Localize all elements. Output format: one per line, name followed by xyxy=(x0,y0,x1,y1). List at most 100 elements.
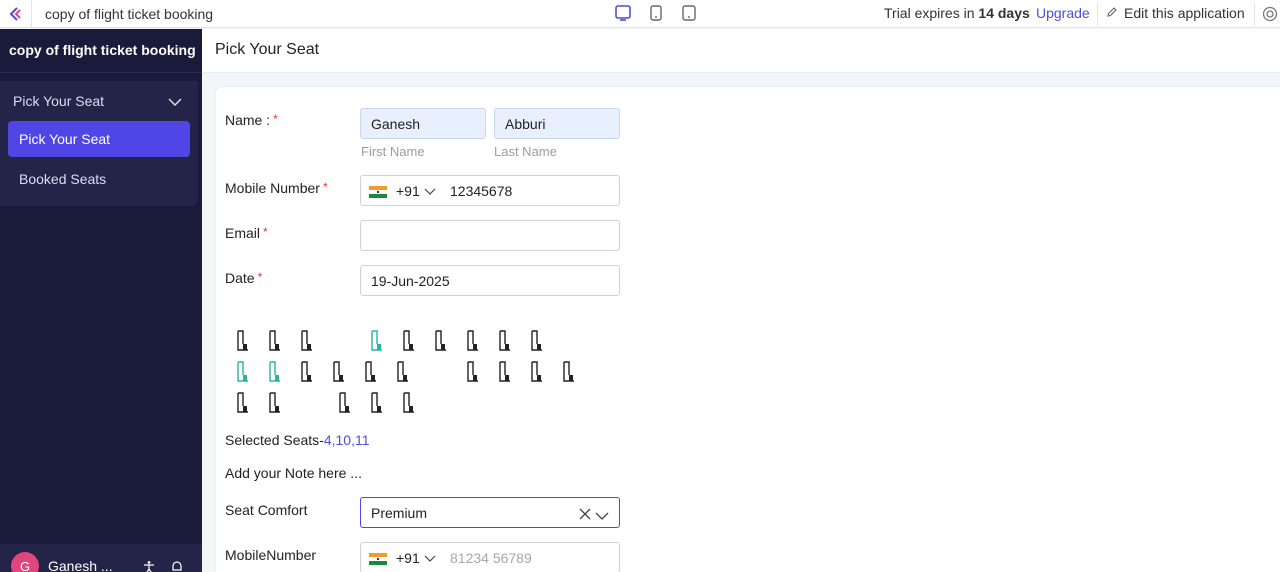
chevron-down-icon[interactable] xyxy=(595,507,609,523)
edit-app-label: Edit this application xyxy=(1124,5,1245,21)
seat-selected[interactable] xyxy=(369,330,383,352)
seat-selected[interactable] xyxy=(267,361,281,383)
nav-group-header[interactable]: Pick Your Seat xyxy=(0,81,198,121)
page-header: Pick Your Seat xyxy=(202,29,1280,73)
clear-icon[interactable] xyxy=(579,507,591,523)
chevron-down-icon xyxy=(424,183,436,199)
seat-available[interactable] xyxy=(299,330,313,352)
upgrade-link[interactable]: Upgrade xyxy=(1036,5,1090,21)
seat-available[interactable] xyxy=(529,361,543,383)
email-label: Email * xyxy=(225,225,268,241)
first-name-input[interactable]: Ganesh xyxy=(360,108,486,139)
name-label: Name : * xyxy=(225,112,278,128)
required-mark: * xyxy=(322,180,328,194)
seat-available[interactable] xyxy=(465,330,479,352)
sidebar-item-pick-your-seat[interactable]: Pick Your Seat xyxy=(8,121,190,157)
nav-group: Pick Your Seat Pick Your Seat Booked Sea… xyxy=(0,81,198,206)
app-logo-icon[interactable] xyxy=(0,0,32,28)
seat-available[interactable] xyxy=(529,330,543,352)
avatar[interactable]: G xyxy=(11,552,39,572)
country-code: +91 xyxy=(396,549,420,566)
nav-group-label: Pick Your Seat xyxy=(13,93,105,109)
trial-notice: Trial expires in 14 days xyxy=(884,5,1030,21)
seat-available[interactable] xyxy=(267,330,281,352)
mobile2-input[interactable]: +91 81234 56789 xyxy=(360,542,620,572)
mobile-icon[interactable] xyxy=(680,4,698,25)
seat-available[interactable] xyxy=(363,361,377,383)
sidebar-brand: copy of flight ticket booking xyxy=(0,29,202,73)
selected-seats: Selected Seats-4,10,11 xyxy=(225,432,370,448)
email-label-text: Email xyxy=(225,225,261,241)
country-code-select[interactable]: +91 xyxy=(369,183,436,199)
trial-prefix: Trial expires in xyxy=(884,5,979,21)
mobile2-label: MobileNumber xyxy=(225,547,317,563)
date-value: 19-Jun-2025 xyxy=(371,272,450,289)
mobile-label-text: Mobile Number xyxy=(225,180,320,196)
india-flag-icon xyxy=(369,552,387,565)
note-input[interactable]: Add your Note here ... xyxy=(225,465,362,481)
seat-available[interactable] xyxy=(401,330,415,352)
selected-seats-label: Selected Seats- xyxy=(225,432,324,448)
date-input[interactable]: 19-Jun-2025 xyxy=(360,265,620,296)
last-name-hint: Last Name xyxy=(494,144,557,159)
seat-available[interactable] xyxy=(561,361,575,383)
sidebar: copy of flight ticket booking Pick Your … xyxy=(0,29,202,572)
tablet-icon[interactable] xyxy=(647,4,665,25)
seat-available[interactable] xyxy=(235,330,249,352)
edit-app-button[interactable]: Edit this application xyxy=(1106,5,1245,21)
pencil-icon xyxy=(1106,5,1118,21)
seat-available[interactable] xyxy=(267,392,281,414)
date-label-text: Date xyxy=(225,270,255,286)
divider xyxy=(1097,2,1098,26)
seat-available[interactable] xyxy=(299,361,313,383)
user-name[interactable]: Ganesh ... xyxy=(48,558,113,572)
date-label: Date * xyxy=(225,270,262,286)
required-mark: * xyxy=(273,112,278,126)
select-controls xyxy=(579,507,609,523)
chevron-down-icon xyxy=(424,550,436,566)
sidebar-item-label: Booked Seats xyxy=(19,171,107,187)
desktop-icon[interactable] xyxy=(614,4,632,25)
seat-comfort-select[interactable]: Premium xyxy=(360,497,620,528)
last-name-value: Abburi xyxy=(505,115,546,132)
chevron-down-icon xyxy=(168,93,182,109)
first-name-hint: First Name xyxy=(361,144,425,159)
seat-map xyxy=(235,330,585,416)
sidebar-item-booked-seats[interactable]: Booked Seats xyxy=(8,161,190,197)
seat-available[interactable] xyxy=(497,361,511,383)
last-name-input[interactable]: Abburi xyxy=(494,108,620,139)
name-label-text: Name : xyxy=(225,112,271,128)
seat-available[interactable] xyxy=(235,392,249,414)
trial-days: 14 days xyxy=(978,5,1030,21)
top-bar: copy of flight ticket booking Trial expi… xyxy=(0,0,1280,28)
seat-available[interactable] xyxy=(337,392,351,414)
india-flag-icon xyxy=(369,185,387,198)
mobile-label: Mobile Number * xyxy=(225,180,328,196)
email-input[interactable] xyxy=(360,220,620,251)
accessibility-icon[interactable] xyxy=(142,560,156,572)
app-title: copy of flight ticket booking xyxy=(45,5,214,22)
seat-available[interactable] xyxy=(395,361,409,383)
country-code: +91 xyxy=(396,182,420,199)
mobile-number-value: 12345678 xyxy=(450,183,513,199)
user-actions xyxy=(142,560,184,572)
sidebar-item-label: Pick Your Seat xyxy=(19,131,111,147)
bell-icon[interactable] xyxy=(170,560,184,572)
seat-available[interactable] xyxy=(465,361,479,383)
page-title: Pick Your Seat xyxy=(215,41,320,58)
selected-seats-value: 4,10,11 xyxy=(323,432,370,448)
seat-available[interactable] xyxy=(331,361,345,383)
device-switcher xyxy=(614,4,698,25)
mobile2-placeholder: 81234 56789 xyxy=(450,550,532,566)
seat-available[interactable] xyxy=(369,392,383,414)
seat-available[interactable] xyxy=(433,330,447,352)
divider xyxy=(1254,2,1255,26)
help-icon[interactable] xyxy=(1262,6,1278,25)
seat-comfort-label: Seat Comfort xyxy=(225,502,308,518)
country-code-select[interactable]: +91 xyxy=(369,550,436,566)
mobile-number-input[interactable]: +91 12345678 xyxy=(360,175,620,206)
seat-selected[interactable] xyxy=(235,361,249,383)
required-mark: * xyxy=(263,225,268,239)
seat-available[interactable] xyxy=(401,392,415,414)
seat-available[interactable] xyxy=(497,330,511,352)
